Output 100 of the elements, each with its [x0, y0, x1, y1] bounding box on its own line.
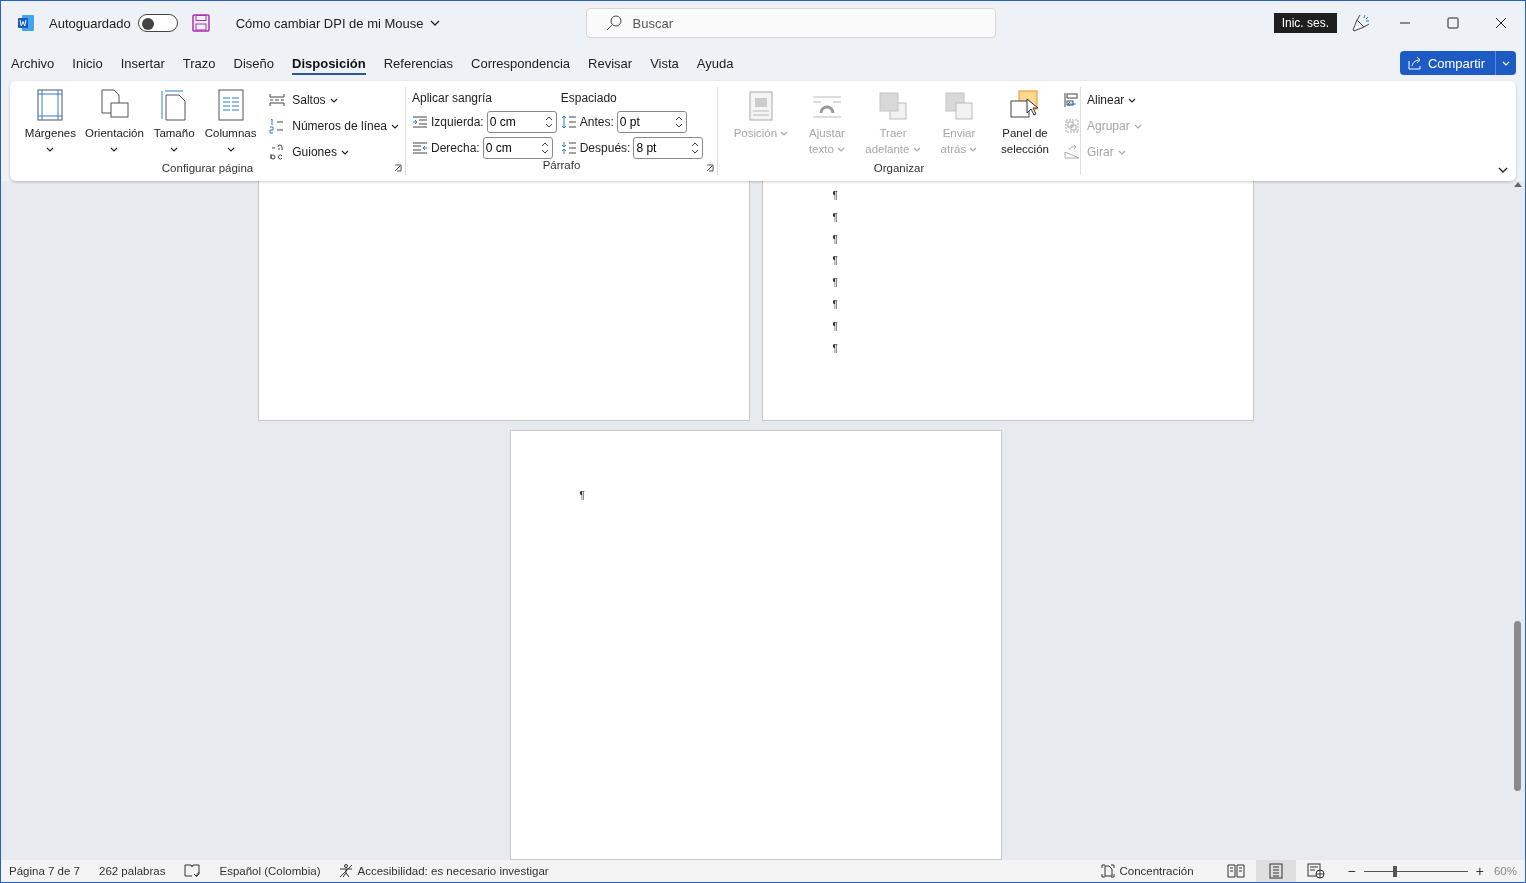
ribbon-tab[interactable]: Referencias: [383, 45, 464, 81]
ribbon-button[interactable]: Tamaño: [148, 87, 200, 162]
save-icon: [191, 14, 210, 32]
spinner-icon: [674, 114, 683, 129]
ribbon-tab[interactable]: Vista: [650, 45, 689, 81]
document-title[interactable]: Cómo cambiar DPI de mi Mouse: [229, 14, 446, 32]
field-label: Antes:: [579, 114, 614, 129]
field-label: Derecha:: [431, 140, 480, 155]
number-field[interactable]: 8 pt: [633, 136, 704, 159]
read-mode-icon: [1226, 864, 1245, 878]
ribbon-tab[interactable]: Correspondencia: [471, 45, 581, 81]
dialog-launcher-icon: [394, 164, 402, 172]
share-icon: [1407, 56, 1422, 70]
language[interactable]: Español (Colombia): [219, 865, 321, 877]
slider-thumb[interactable]: [1392, 865, 1397, 877]
group-title: Organizar: [872, 162, 926, 175]
word-logo-icon: [17, 14, 35, 32]
send-backward-icon: [944, 91, 974, 121]
ribbon-tab[interactable]: Trazo: [182, 45, 226, 81]
autosave-label: Autoguardado: [49, 15, 131, 31]
ribbon-button[interactable]: Alinear: [1064, 90, 1142, 110]
ribbon-button[interactable]: Orientación: [80, 87, 149, 162]
ribbon-tab[interactable]: Archivo: [11, 45, 65, 81]
ribbon-button[interactable]: Números de línea: [269, 116, 399, 136]
align-icon: [1064, 92, 1080, 108]
accessibility-icon: [339, 864, 354, 878]
zoom-in-button[interactable]: +: [1471, 863, 1488, 879]
paragraph-mark: ¶: [832, 299, 838, 310]
spacing-before-icon: [560, 114, 577, 129]
dialog-launcher-icon: [706, 164, 714, 172]
maximize-icon: [1447, 17, 1459, 29]
paragraph-mark: ¶: [832, 190, 838, 201]
breaks-icon: [269, 92, 286, 108]
ribbon-tab[interactable]: Inicio: [72, 45, 113, 81]
ribbon-button[interactable]: Saltos: [269, 90, 399, 110]
chevron-icon: [1498, 167, 1508, 173]
selection-pane-icon: [1009, 89, 1041, 121]
hyphenation-icon: [269, 144, 286, 160]
group-icon: [1064, 118, 1080, 134]
ribbon-tab[interactable]: Diseño: [233, 45, 284, 81]
columns-icon: [217, 89, 244, 121]
ribbon-tab[interactable]: Disposición: [292, 45, 376, 81]
caret-icon: [1502, 60, 1510, 66]
share-button[interactable]: Compartir: [1399, 51, 1516, 75]
paragraph-mark: ¶: [579, 490, 585, 501]
paragraph-mark: ¶: [832, 277, 838, 289]
word-count[interactable]: 262 palabras: [99, 865, 166, 877]
accessibility-status[interactable]: Accesibilidad: es necesario investigar: [339, 864, 549, 878]
spinner-icon: [544, 114, 553, 129]
spacing-after-icon: [560, 140, 577, 155]
scroll-up-icon: [1513, 181, 1522, 187]
sign-in-button[interactable]: Inic. ses.: [1273, 13, 1337, 33]
close-icon: [1495, 17, 1507, 29]
number-field[interactable]: 0 cm: [486, 110, 557, 133]
caret-icon: [1128, 97, 1137, 103]
margins-icon: [36, 89, 65, 121]
position-icon: [749, 91, 773, 121]
scrollbar-thumb[interactable]: [1514, 621, 1521, 791]
indent-right-icon: [412, 141, 428, 154]
wrap-text-icon: [811, 93, 843, 121]
focus-button[interactable]: Concentración: [1101, 864, 1194, 878]
number-field[interactable]: 0 pt: [616, 110, 687, 133]
number-field[interactable]: 0 cm: [482, 136, 553, 159]
page-count[interactable]: Página 7 de 7: [9, 865, 80, 877]
indent-left-icon: [412, 115, 428, 128]
paragraph-mark: ¶: [832, 255, 838, 267]
autosave-toggle[interactable]: [137, 14, 178, 32]
search-field[interactable]: Buscar: [585, 8, 996, 38]
spinner-icon: [691, 140, 700, 155]
view-button[interactable]: [1255, 860, 1296, 882]
megaphone-icon: [1349, 12, 1371, 34]
ribbon-button[interactable]: Columnas: [199, 87, 262, 162]
group-title: Párrafo: [541, 159, 582, 173]
ribbon-tab[interactable]: Revisar: [588, 45, 643, 81]
ribbon-button[interactable]: Panel de selección: [992, 87, 1058, 162]
search-icon: [605, 15, 622, 31]
rotate-icon: [1064, 144, 1080, 160]
ribbon-button[interactable]: Guiones: [269, 142, 399, 162]
field-label: Izquierda:: [431, 114, 484, 129]
section-heading: Aplicar sangría: [412, 90, 494, 107]
caret-icon: [329, 97, 338, 103]
line-numbers-icon: [269, 118, 286, 134]
proofing-icon: [184, 864, 201, 878]
caret-icon: [340, 149, 349, 155]
bring-forward-icon: [878, 91, 908, 121]
spinner-icon: [540, 140, 549, 155]
paragraph-mark: ¶: [832, 233, 838, 245]
ribbon-button[interactable]: Márgenes: [20, 87, 81, 162]
ribbon-tab[interactable]: Insertar: [120, 45, 175, 81]
caret-icon: [1117, 149, 1126, 155]
zoom-out-button[interactable]: −: [1343, 863, 1360, 879]
group-title: Configurar página: [160, 162, 255, 175]
chevron-icon: [429, 20, 440, 26]
paragraph-mark: ¶: [832, 320, 838, 332]
paragraph-mark: ¶: [832, 211, 838, 223]
paragraph-mark: ¶: [832, 342, 838, 354]
field-label: Después:: [579, 140, 631, 155]
ribbon-tab[interactable]: Ayuda: [696, 45, 744, 81]
focus-icon: [1101, 864, 1116, 878]
caret-icon: [391, 123, 399, 129]
